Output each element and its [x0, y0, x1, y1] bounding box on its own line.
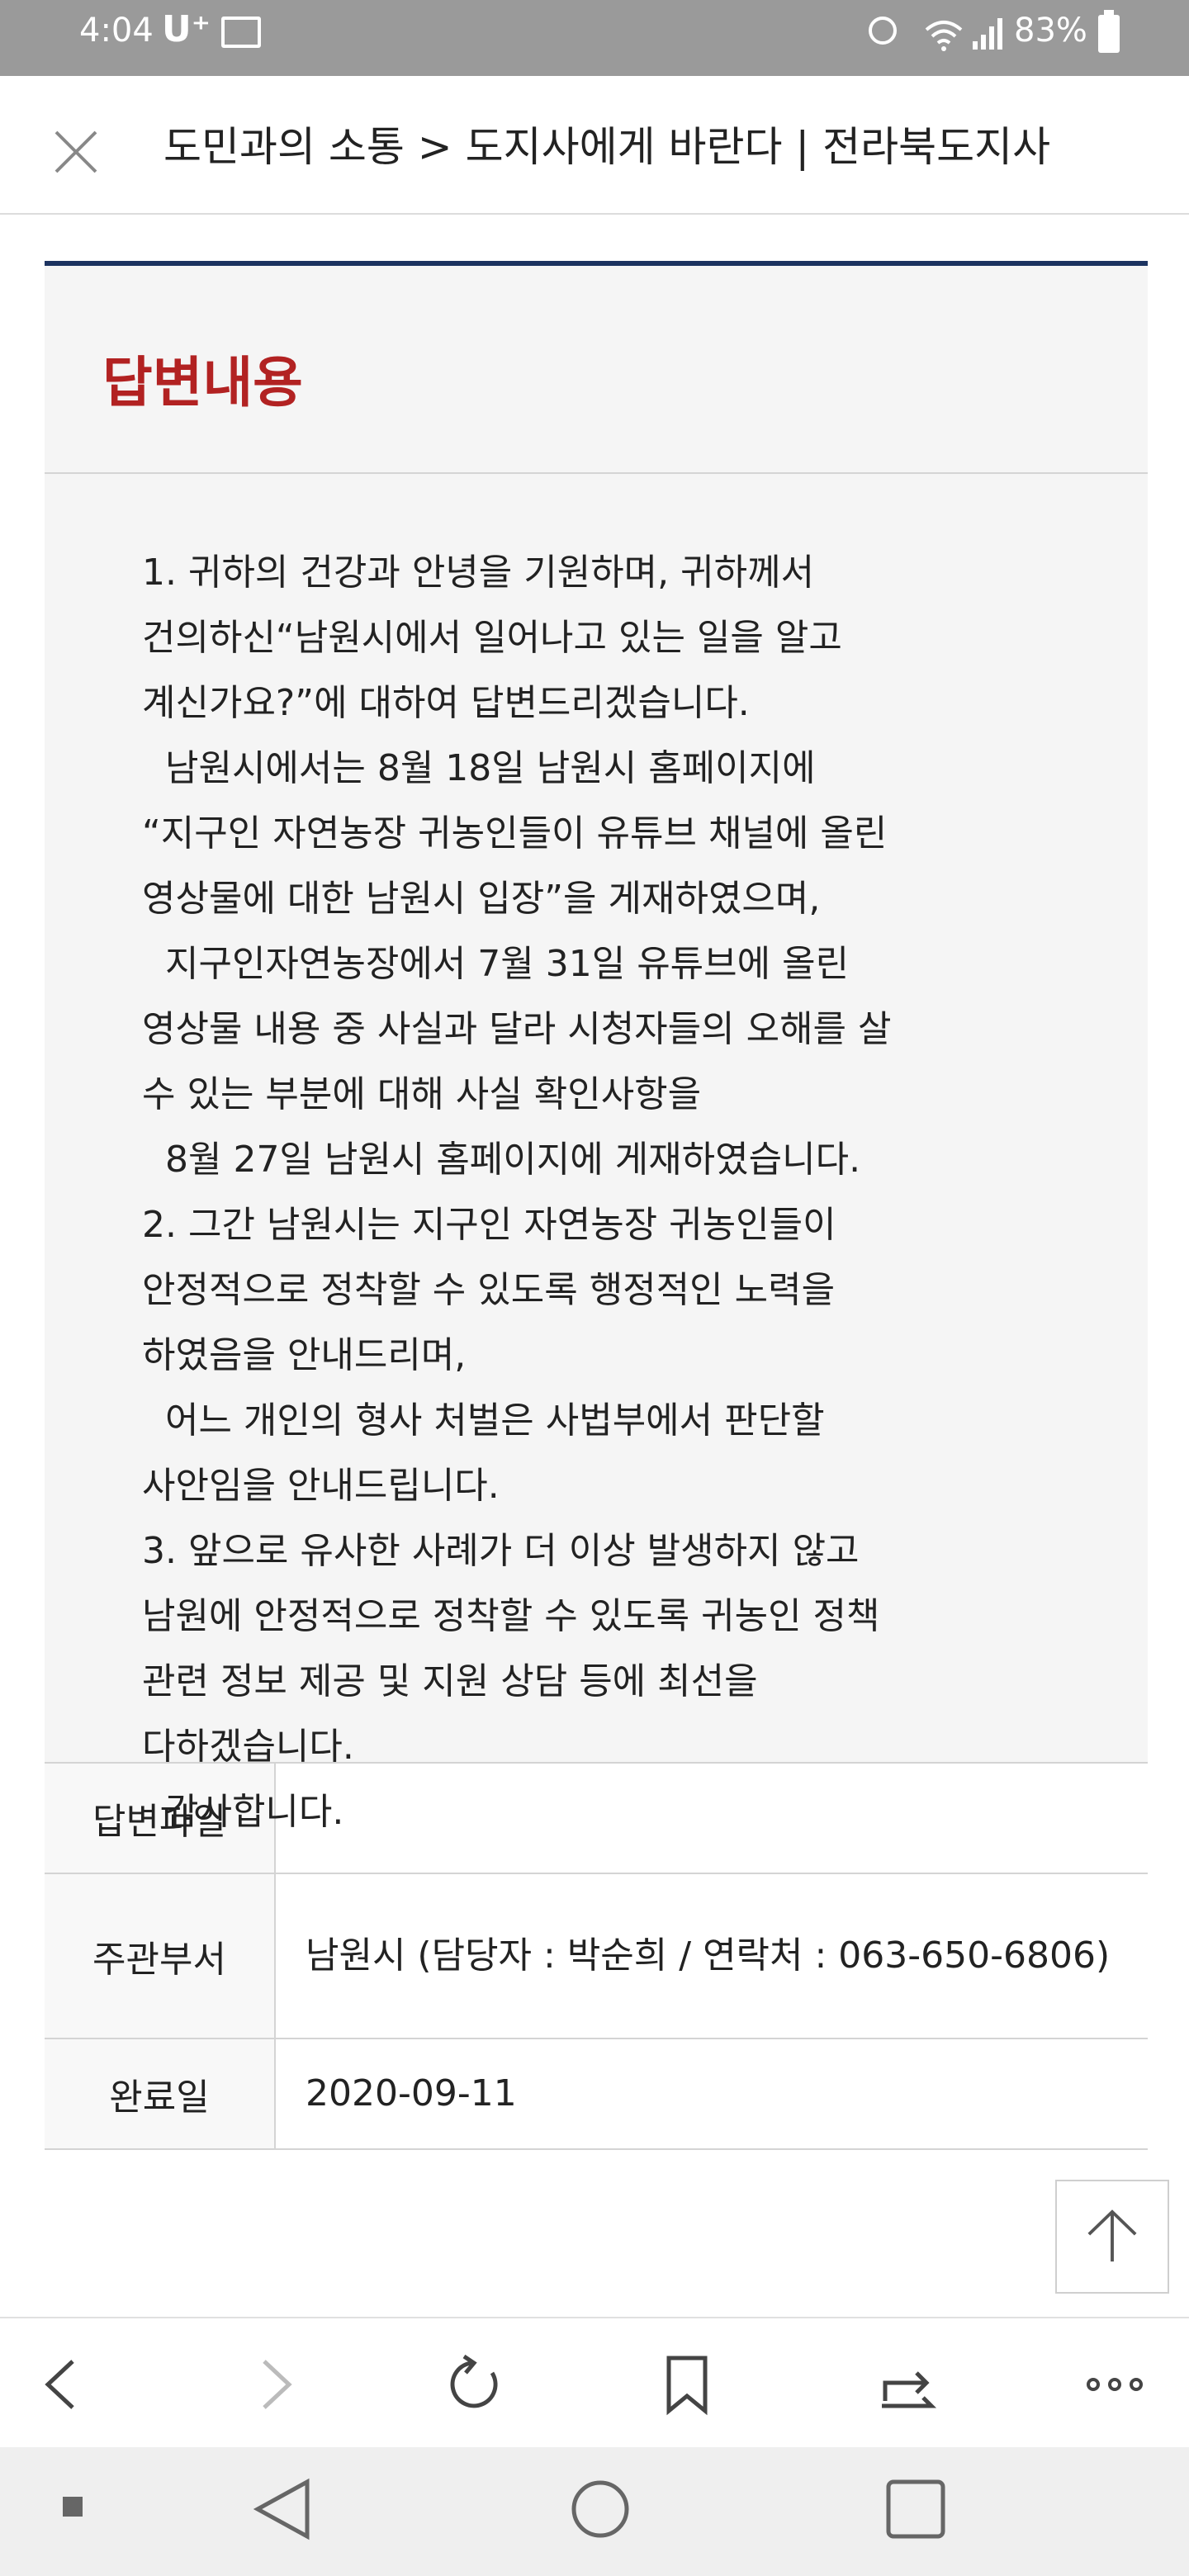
signal-icon — [973, 18, 1002, 50]
answer-heading: 답변내용 — [102, 351, 303, 414]
answer-line: 1. 귀하의 건강과 안녕을 기원하며, 귀하께서 — [142, 552, 815, 594]
system-nav-bar — [0, 2447, 1189, 2576]
answer-line: 3. 앞으로 유사한 사례가 더 이상 발생하지 않고 — [142, 1530, 860, 1572]
share-icon[interactable] — [875, 2351, 941, 2417]
chevron-left-icon[interactable] — [30, 2351, 96, 2417]
wifi-icon — [925, 21, 963, 51]
scroll-top-button[interactable] — [1055, 2180, 1169, 2294]
answer-line: 영상물 내용 중 사실과 달라 시청자들의 오해를 살 — [142, 1008, 892, 1050]
answer-line: 남원에 안정적으로 정착할 수 있도록 귀농인 정책 — [142, 1595, 880, 1637]
arrow-up-icon — [1087, 2209, 1137, 2262]
answer-line: 어느 개인의 형사 처벌은 사법부에서 판단할 — [142, 1399, 825, 1442]
answer-header: 답변내용 — [45, 266, 1148, 474]
answer-line: 건의하신“남원시에서 일어나고 있는 일을 알고 — [142, 617, 842, 659]
answer-line: 남원시에서는 8월 18일 남원시 홈페이지에 — [142, 747, 816, 789]
carrier-label: U⁺ — [162, 8, 211, 50]
answer-line: 8월 27일 남원시 홈페이지에 게재하였습니다. — [142, 1139, 861, 1181]
answer-line: 계신가요?”에 대하여 답변드리겠습니다. — [142, 682, 750, 724]
recent-apps-icon[interactable] — [879, 2472, 953, 2546]
more-icon[interactable] — [1082, 2351, 1148, 2417]
file-value — [275, 1763, 1148, 1873]
info-table: 답변파일 주관부서 남원시 (담당자 : 박순희 / 연락처 : 063-650… — [45, 1762, 1148, 2150]
dept-label: 주관부서 — [45, 1873, 276, 2039]
battery-percent: 83% — [1014, 12, 1087, 50]
reload-icon[interactable] — [444, 2351, 510, 2417]
answer-body: 1. 귀하의 건강과 안녕을 기원하며, 귀하께서 건의하신“남원시에서 일어나… — [45, 474, 1148, 1833]
answer-line: “지구인 자연농장 귀농인들이 유튜브 채널에 올린 — [142, 812, 888, 855]
status-time: 4:04 — [79, 12, 154, 50]
chevron-right-icon[interactable] — [241, 2351, 307, 2417]
answer-line: 영상물에 대한 남원시 입장”을 게재하였으며, — [142, 878, 821, 920]
alarm-icon — [869, 17, 897, 45]
answer-line: 사안임을 안내드립니다. — [142, 1465, 500, 1507]
close-icon[interactable] — [46, 122, 106, 182]
answer-line: 관련 정보 제공 및 지원 상담 등에 최선을 — [142, 1660, 758, 1702]
status-bar: 4:04 U⁺ 83% — [0, 0, 1189, 76]
answer-line: 안정적으로 정착할 수 있도록 행정적인 노력을 — [142, 1269, 836, 1311]
dot-icon — [63, 2497, 83, 2517]
table-row: 주관부서 남원시 (담당자 : 박순희 / 연락처 : 063-650-6806… — [45, 1873, 1148, 2039]
date-label: 완료일 — [45, 2039, 276, 2149]
title-bar: 도민과의 소통 > 도지사에게 바란다 | 전라북도지사 — [0, 76, 1189, 215]
answer-line: 하였음을 안내드리며, — [142, 1334, 467, 1376]
page-title: 도민과의 소통 > 도지사에게 바란다 | 전라북도지사 — [163, 123, 1051, 171]
browser-toolbar — [0, 2317, 1189, 2449]
back-icon[interactable] — [248, 2472, 322, 2546]
dept-value: 남원시 (담당자 : 박순희 / 연락처 : 063-650-6806) — [306, 1934, 1111, 1977]
answer-line: 수 있는 부분에 대해 사실 확인사항을 — [142, 1073, 702, 1115]
home-icon[interactable] — [563, 2472, 637, 2546]
date-value: 2020-09-11 — [306, 2072, 517, 2114]
answer-line: 지구인자연농장에서 7월 31일 유튜브에 올린 — [142, 943, 850, 985]
table-row: 완료일 2020-09-11 — [45, 2039, 1148, 2149]
answer-section: 답변내용 1. 귀하의 건강과 안녕을 기원하며, 귀하께서 건의하신“남원시에… — [45, 261, 1148, 2150]
battery-icon — [1098, 10, 1120, 53]
bookmark-icon[interactable] — [654, 2351, 720, 2417]
message-icon — [221, 17, 261, 48]
answer-line: 2. 그간 남원시는 지구인 자연농장 귀농인들이 — [142, 1204, 836, 1246]
